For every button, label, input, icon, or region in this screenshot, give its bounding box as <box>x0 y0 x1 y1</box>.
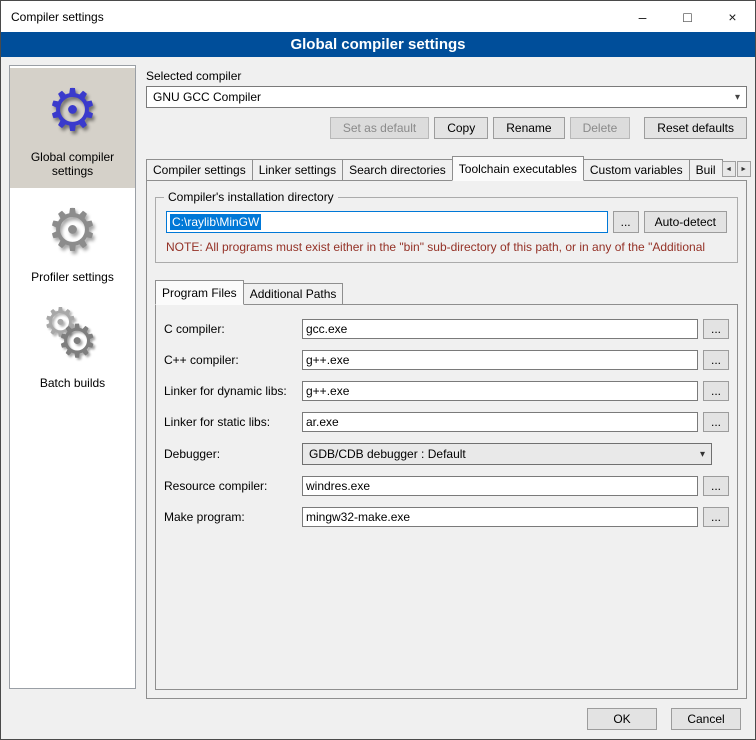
tab-scroll-left-button[interactable]: ◄ <box>722 161 736 177</box>
ok-button[interactable]: OK <box>587 708 657 730</box>
installation-directory-legend: Compiler's installation directory <box>164 190 338 204</box>
close-button[interactable]: × <box>710 1 755 32</box>
debugger-row: Debugger: GDB/CDB debugger : Default ▾ <box>164 443 729 465</box>
window-title: Compiler settings <box>1 10 104 24</box>
c-compiler-input[interactable]: gcc.exe <box>302 319 698 339</box>
make-program-browse-button[interactable]: ... <box>703 507 729 527</box>
compiler-select[interactable]: GNU GCC Compiler ▾ <box>146 86 747 108</box>
make-program-label: Make program: <box>164 510 302 524</box>
titlebar[interactable]: Compiler settings – □ × <box>1 1 755 32</box>
copy-button[interactable]: Copy <box>434 117 488 139</box>
cpp-compiler-browse-button[interactable]: ... <box>703 350 729 370</box>
compiler-select-value: GNU GCC Compiler <box>153 90 261 104</box>
linker-dynamic-label: Linker for dynamic libs: <box>164 384 302 398</box>
delete-button[interactable]: Delete <box>570 117 631 139</box>
make-program-row: Make program: mingw32-make.exe ... <box>164 507 729 527</box>
dialog-content: ⚙ Global compiler settings ⚙ Profiler se… <box>1 57 755 699</box>
tab-program-files[interactable]: Program Files <box>155 280 244 305</box>
global-compiler-gear-icon: ⚙ <box>47 80 99 142</box>
installation-directory-value: C:\raylib\MinGW <box>170 214 261 230</box>
installation-directory-group: Compiler's installation directory C:\ray… <box>155 197 738 263</box>
linker-dynamic-row: Linker for dynamic libs: g++.exe ... <box>164 381 729 401</box>
set-as-default-button[interactable]: Set as default <box>330 117 429 139</box>
sidebar-item-profiler-settings[interactable]: ⚙ Profiler settings <box>10 188 135 294</box>
cpp-compiler-value: g++.exe <box>306 353 349 367</box>
make-program-value: mingw32-make.exe <box>306 510 410 524</box>
linker-static-label: Linker for static libs: <box>164 415 302 429</box>
settings-tabbar: Compiler settings Linker settings Search… <box>146 155 747 180</box>
debugger-select[interactable]: GDB/CDB debugger : Default ▾ <box>302 443 712 465</box>
profiler-icon: ⚙ <box>47 200 99 262</box>
selected-compiler-label: Selected compiler <box>146 69 747 83</box>
tab-scroll-right-button[interactable]: ► <box>737 161 751 177</box>
window-controls: – □ × <box>620 1 755 32</box>
resource-compiler-input[interactable]: windres.exe <box>302 476 698 496</box>
tab-additional-paths[interactable]: Additional Paths <box>243 283 344 305</box>
linker-dynamic-input[interactable]: g++.exe <box>302 381 698 401</box>
linker-static-row: Linker for static libs: ar.exe ... <box>164 412 729 432</box>
large-gear-icon: ⚙ <box>57 314 98 368</box>
category-sidebar: ⚙ Global compiler settings ⚙ Profiler se… <box>9 65 136 689</box>
sidebar-item-label: Batch builds <box>40 376 105 390</box>
sidebar-item-label: Profiler settings <box>31 270 114 284</box>
auto-detect-button[interactable]: Auto-detect <box>644 211 727 233</box>
resource-compiler-label: Resource compiler: <box>164 479 302 493</box>
install-note: NOTE: All programs must exist either in … <box>166 240 727 254</box>
linker-static-input[interactable]: ar.exe <box>302 412 698 432</box>
chevron-down-icon: ▾ <box>700 449 705 460</box>
linker-dynamic-browse-button[interactable]: ... <box>703 381 729 401</box>
dialog-footer: OK Cancel <box>1 699 755 739</box>
batch-builds-gears-icon: ⚙ ⚙ <box>41 306 105 368</box>
resource-compiler-row: Resource compiler: windres.exe ... <box>164 476 729 496</box>
tab-scroll-buttons: ◄ ► <box>722 161 751 180</box>
reset-defaults-button[interactable]: Reset defaults <box>644 117 747 139</box>
minimize-button[interactable]: – <box>620 1 665 32</box>
installation-directory-row: C:\raylib\MinGW ... Auto-detect <box>166 211 727 233</box>
debugger-select-value: GDB/CDB debugger : Default <box>309 447 466 461</box>
cpp-compiler-input[interactable]: g++.exe <box>302 350 698 370</box>
sidebar-item-global-compiler-settings[interactable]: ⚙ Global compiler settings <box>10 68 135 188</box>
cancel-button[interactable]: Cancel <box>671 708 741 730</box>
tab-linker-settings[interactable]: Linker settings <box>252 159 343 181</box>
tab-custom-variables[interactable]: Custom variables <box>583 159 690 181</box>
tab-toolchain-executables[interactable]: Toolchain executables <box>452 156 584 181</box>
make-program-input[interactable]: mingw32-make.exe <box>302 507 698 527</box>
installation-directory-input[interactable]: C:\raylib\MinGW <box>166 211 608 233</box>
linker-static-value: ar.exe <box>306 415 339 429</box>
main-panel: Selected compiler GNU GCC Compiler ▾ Set… <box>146 65 747 699</box>
program-files-panel: C compiler: gcc.exe ... C++ compiler: g+… <box>155 304 738 690</box>
linker-static-browse-button[interactable]: ... <box>703 412 729 432</box>
c-compiler-browse-button[interactable]: ... <box>703 319 729 339</box>
rename-button[interactable]: Rename <box>493 117 564 139</box>
cpp-compiler-label: C++ compiler: <box>164 353 302 367</box>
c-compiler-row: C compiler: gcc.exe ... <box>164 319 729 339</box>
chevron-down-icon: ▾ <box>735 92 740 103</box>
tab-build-options[interactable]: Buil <box>689 159 723 181</box>
sidebar-item-label: Global compiler settings <box>14 150 131 178</box>
compiler-buttons-row: Set as default Copy Rename Delete Reset … <box>146 117 747 139</box>
browse-directory-button[interactable]: ... <box>613 211 639 233</box>
maximize-button[interactable]: □ <box>665 1 710 32</box>
resource-compiler-value: windres.exe <box>306 479 370 493</box>
debugger-label: Debugger: <box>164 447 302 461</box>
c-compiler-value: gcc.exe <box>306 322 347 336</box>
page-title: Global compiler settings <box>1 32 755 57</box>
tab-search-directories[interactable]: Search directories <box>342 159 453 181</box>
c-compiler-label: C compiler: <box>164 322 302 336</box>
programs-subtabbar: Program Files Additional Paths <box>155 279 738 304</box>
compiler-settings-window: Compiler settings – □ × Global compiler … <box>0 0 756 740</box>
resource-compiler-browse-button[interactable]: ... <box>703 476 729 496</box>
sidebar-item-batch-builds[interactable]: ⚙ ⚙ Batch builds <box>10 294 135 400</box>
toolchain-executables-page: Compiler's installation directory C:\ray… <box>146 180 747 699</box>
linker-dynamic-value: g++.exe <box>306 384 349 398</box>
cpp-compiler-row: C++ compiler: g++.exe ... <box>164 350 729 370</box>
tab-compiler-settings[interactable]: Compiler settings <box>146 159 253 181</box>
